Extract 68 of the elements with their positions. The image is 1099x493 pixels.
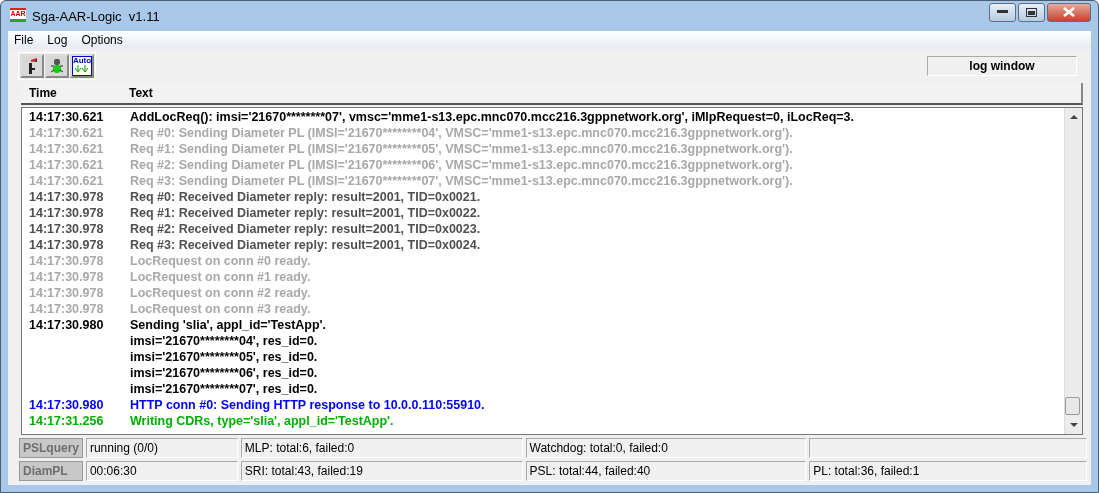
scroll-down-icon[interactable] bbox=[1069, 423, 1078, 428]
log-time: 14:17:30.978 bbox=[29, 238, 104, 252]
log-time: 14:17:30.621 bbox=[29, 110, 104, 124]
log-message: Req #3: Sending Diameter PL (IMSI='21670********07', VMSC='mme1-s13.epc.mnc070.mcc216.3gppnetwork.org'). bbox=[130, 174, 793, 188]
log-message: LocRequest on conn #2 ready. bbox=[130, 286, 311, 300]
log-time: 14:17:30.621 bbox=[29, 142, 104, 156]
close-button[interactable] bbox=[1047, 2, 1091, 22]
panel-label: log window bbox=[927, 56, 1077, 76]
log-message: Req #2: Sending Diameter PL (IMSI='21670********06', VMSC='mme1-s13.epc.mnc070.mcc216.3gppnetwork.org'). bbox=[130, 158, 793, 172]
log-message: Req #1: Received Diameter reply: result=2001, TID=0x0022. bbox=[130, 206, 481, 220]
log-message: Req #0: Received Diameter reply: result=2001, TID=0x0021. bbox=[130, 190, 481, 204]
log-message: imsi='21670********07', res_id=0. bbox=[130, 382, 318, 396]
log-message: imsi='21670********06', res_id=0. bbox=[130, 366, 318, 380]
log-message: imsi='21670********04', res_id=0. bbox=[130, 334, 318, 348]
log-time: 14:17:31.256 bbox=[29, 414, 104, 428]
status-label: PSLquery bbox=[19, 438, 83, 458]
log-time: 14:17:30.978 bbox=[29, 190, 104, 204]
log-time: 14:17:30.978 bbox=[29, 270, 104, 284]
status-cell: Watchdog: total:0, failed:0 bbox=[525, 438, 807, 458]
log-message: LocRequest on conn #1 ready. bbox=[130, 270, 311, 284]
status-label: DiamPL bbox=[19, 461, 83, 481]
minimize-icon bbox=[997, 10, 1008, 14]
bug-icon bbox=[49, 58, 65, 74]
menu-item[interactable]: Options bbox=[75, 33, 131, 47]
close-icon bbox=[1063, 7, 1075, 17]
down-arrows-icon bbox=[75, 65, 89, 73]
status-cell: PL: total:36, failed:1 bbox=[809, 461, 1087, 481]
log-time: 14:17:30.978 bbox=[29, 286, 104, 300]
log-time: 14:17:30.978 bbox=[29, 302, 104, 316]
log-time: 14:17:30.980 bbox=[29, 318, 104, 332]
menu-item[interactable]: File bbox=[8, 33, 42, 47]
status-cell: 00:06:30 bbox=[85, 461, 238, 481]
scroll-up-icon[interactable] bbox=[1069, 114, 1078, 119]
log-message: Req #2: Received Diameter reply: result=2001, TID=0x0023. bbox=[130, 222, 481, 236]
log-message: imsi='21670********05', res_id=0. bbox=[130, 350, 318, 364]
log-message: Writing CDRs, type='slia', appl_id='TestApp'. bbox=[130, 414, 394, 428]
auto-label: Auto bbox=[72, 57, 92, 65]
column-header[interactable]: Time bbox=[21, 86, 129, 100]
log-time: 14:17:30.980 bbox=[29, 398, 104, 412]
log-time: 14:17:30.978 bbox=[29, 206, 104, 220]
menu-item[interactable]: Log bbox=[41, 33, 76, 47]
auto-scroll-button[interactable]: Auto bbox=[70, 54, 94, 78]
maximize-button[interactable] bbox=[1018, 2, 1045, 22]
log-message: AddLocReq(): imsi='21670********07', vmsc='mme1-s13.epc.mnc070.mcc216.3gppnetwork.org', iMlpRequest=0, iLocReq=3. bbox=[130, 110, 854, 124]
log-message: LocRequest on conn #3 ready. bbox=[130, 302, 311, 316]
status-cell: MLP: total:6, failed:0 bbox=[240, 438, 523, 458]
log-message: Req #3: Received Diameter reply: result=2001, TID=0x0024. bbox=[130, 238, 481, 252]
log-time: 14:17:30.621 bbox=[29, 158, 104, 172]
flag-signal-button[interactable] bbox=[20, 54, 44, 78]
minimize-button[interactable] bbox=[989, 2, 1016, 22]
window-title: Sga-AAR-Logic v1.11 bbox=[32, 8, 161, 24]
status-cell: PSL: total:44, failed:40 bbox=[525, 461, 807, 481]
status-cell: SRI: total:43, failed:19 bbox=[240, 461, 523, 481]
log-message: Req #1: Sending Diameter PL (IMSI='21670********05', VMSC='mme1-s13.epc.mnc070.mcc216.3gppnetwork.org'). bbox=[130, 142, 793, 156]
scrollbar[interactable] bbox=[1064, 108, 1082, 434]
log-time: 14:17:30.978 bbox=[29, 222, 104, 236]
scroll-thumb[interactable] bbox=[1065, 397, 1080, 415]
log-time: 14:17:30.621 bbox=[29, 174, 104, 188]
maximize-icon bbox=[1026, 7, 1037, 17]
log-time: 14:17:30.978 bbox=[29, 254, 104, 268]
log-message: Sending 'slia', appl_id='TestApp'. bbox=[130, 318, 327, 332]
status-cell: running (0/0) bbox=[85, 438, 238, 458]
column-header[interactable]: Text bbox=[129, 86, 153, 100]
log-message: HTTP conn #0: Sending HTTP response to 10.0.0.110:55910. bbox=[130, 398, 485, 412]
bug-button[interactable] bbox=[45, 54, 69, 78]
log-time: 14:17:30.621 bbox=[29, 126, 104, 140]
log-message: Req #0: Sending Diameter PL (IMSI='21670********04', VMSC='mme1-s13.epc.mnc070.mcc216.3gppnetwork.org'). bbox=[130, 126, 793, 140]
log-message: LocRequest on conn #0 ready. bbox=[130, 254, 311, 268]
